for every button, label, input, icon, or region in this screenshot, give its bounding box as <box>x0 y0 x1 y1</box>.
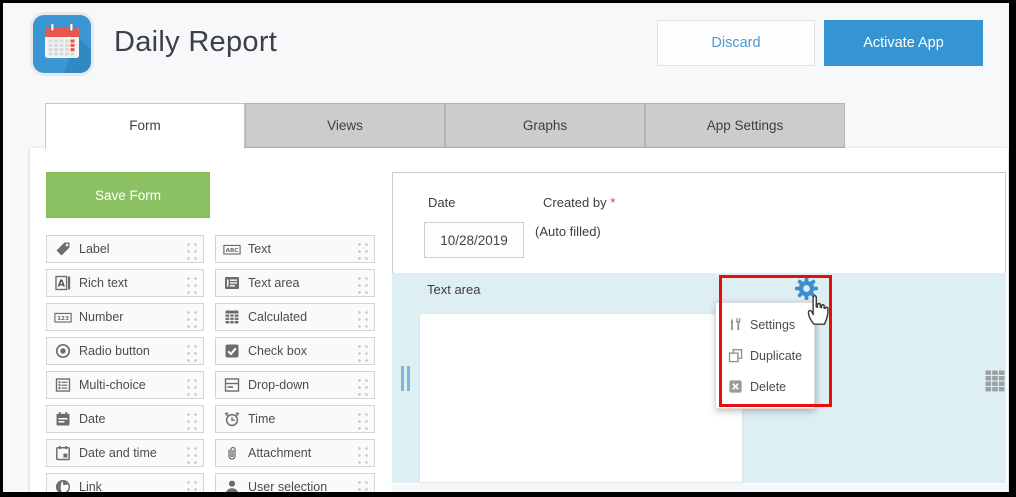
multi-choice-icon <box>54 377 72 393</box>
drag-handle-icon[interactable] <box>355 342 370 362</box>
time-icon <box>223 411 241 427</box>
page-title: Daily Report <box>114 26 277 59</box>
palette-item-label: Time <box>248 412 275 426</box>
menu-item-label: Settings <box>750 318 795 332</box>
palette-item-label: Attachment <box>248 446 311 460</box>
app-form-editor-screen: Daily Report Discard Activate App Form V… <box>0 0 1016 497</box>
palette-item-radio-button[interactable]: Radio button <box>46 337 204 365</box>
table-grid-icon[interactable] <box>984 369 1006 393</box>
drag-handle-icon[interactable] <box>184 274 199 294</box>
palette-item-number[interactable]: 123 Number <box>46 303 204 331</box>
palette-item-label: Text area <box>248 276 299 290</box>
field-palette: Label ABC Text A Rich text Text area 123 Number… <box>46 235 375 497</box>
text-icon: ABC <box>223 241 241 257</box>
discard-button[interactable]: Discard <box>657 20 815 66</box>
delete-icon <box>728 379 743 394</box>
settings-tools-icon <box>728 317 743 332</box>
drop-down-icon <box>223 377 241 393</box>
gear-icon[interactable] <box>794 276 819 301</box>
palette-item-label: Label <box>79 242 110 256</box>
calendar-app-icon <box>30 12 94 76</box>
text-area-icon <box>223 275 241 291</box>
duplicate-icon <box>728 348 743 363</box>
drag-handle-icon[interactable] <box>355 444 370 464</box>
drag-handle-icon[interactable] <box>355 308 370 328</box>
menu-item-delete[interactable]: Delete <box>716 371 814 402</box>
palette-item-rich-text[interactable]: A Rich text <box>46 269 204 297</box>
menu-item-settings[interactable]: Settings <box>716 309 814 340</box>
tab-views[interactable]: Views <box>245 103 445 148</box>
palette-item-label: Date <box>79 412 105 426</box>
drag-handle-icon[interactable] <box>184 342 199 362</box>
required-mark: * <box>610 195 615 210</box>
menu-item-label: Delete <box>750 380 786 394</box>
drag-handle-icon[interactable] <box>355 376 370 396</box>
row-drag-handle-icon[interactable] <box>401 366 413 392</box>
palette-item-label: Number <box>79 310 123 324</box>
palette-item-calculated[interactable]: Calculated <box>215 303 375 331</box>
palette-item-label: Calculated <box>248 310 307 324</box>
rich-text-icon: A <box>54 275 72 291</box>
palette-item-label: Multi-choice <box>79 378 146 392</box>
palette-item-label[interactable]: Label <box>46 235 204 263</box>
text-area-input[interactable] <box>419 313 743 483</box>
drag-handle-icon[interactable] <box>184 240 199 260</box>
palette-item-date-and-time[interactable]: Date and time <box>46 439 204 467</box>
palette-item-time[interactable]: Time <box>215 405 375 433</box>
drag-handle-icon[interactable] <box>355 410 370 430</box>
drag-handle-icon[interactable] <box>184 308 199 328</box>
drag-handle-icon[interactable] <box>184 444 199 464</box>
drag-handle-icon[interactable] <box>184 410 199 430</box>
number-icon: 123 <box>54 309 72 325</box>
text-area-field-label: Text area <box>427 282 480 297</box>
tag-icon <box>54 241 72 257</box>
radio-button-icon <box>54 343 72 359</box>
palette-item-check-box[interactable]: Check box <box>215 337 375 365</box>
palette-item-label: Rich text <box>79 276 128 290</box>
calculated-icon <box>223 309 241 325</box>
palette-item-label: Text <box>248 242 271 256</box>
svg-text:123: 123 <box>57 316 69 322</box>
created-by-value: (Auto filled) <box>535 224 601 239</box>
palette-item-drop-down[interactable]: Drop-down <box>215 371 375 399</box>
screenshot-border <box>1009 0 1016 497</box>
check-box-icon <box>223 343 241 359</box>
palette-item-text-area[interactable]: Text area <box>215 269 375 297</box>
created-by-field-label: Created by * <box>543 195 615 210</box>
screenshot-border <box>0 0 1016 3</box>
palette-item-label: Radio button <box>79 344 150 358</box>
svg-text:A: A <box>58 279 66 290</box>
save-form-button[interactable]: Save Form <box>46 172 210 218</box>
drag-handle-icon[interactable] <box>184 376 199 396</box>
tab-graphs[interactable]: Graphs <box>445 103 645 148</box>
menu-item-duplicate[interactable]: Duplicate <box>716 340 814 371</box>
palette-item-date[interactable]: Date <box>46 405 204 433</box>
screenshot-border <box>0 0 3 497</box>
palette-item-multi-choice[interactable]: Multi-choice <box>46 371 204 399</box>
drag-handle-icon[interactable] <box>355 240 370 260</box>
date-icon <box>54 411 72 427</box>
date-input[interactable] <box>424 222 524 258</box>
palette-item-attachment[interactable]: Attachment <box>215 439 375 467</box>
date-time-icon <box>54 445 72 461</box>
palette-item-label: Check box <box>248 344 307 358</box>
field-context-menu: Settings Duplicate Delete <box>715 302 815 409</box>
activate-app-button[interactable]: Activate App <box>824 20 983 66</box>
drag-handle-icon[interactable] <box>355 274 370 294</box>
date-field-label: Date <box>428 195 455 210</box>
screenshot-border <box>0 492 1016 497</box>
palette-item-label: Date and time <box>79 446 157 460</box>
palette-item-label: Drop-down <box>248 378 309 392</box>
tab-form[interactable]: Form <box>45 103 245 149</box>
palette-item-text[interactable]: ABC Text <box>215 235 375 263</box>
tab-app-settings[interactable]: App Settings <box>645 103 845 148</box>
attachment-icon <box>223 445 241 461</box>
menu-item-label: Duplicate <box>750 349 802 363</box>
svg-text:ABC: ABC <box>226 248 239 254</box>
